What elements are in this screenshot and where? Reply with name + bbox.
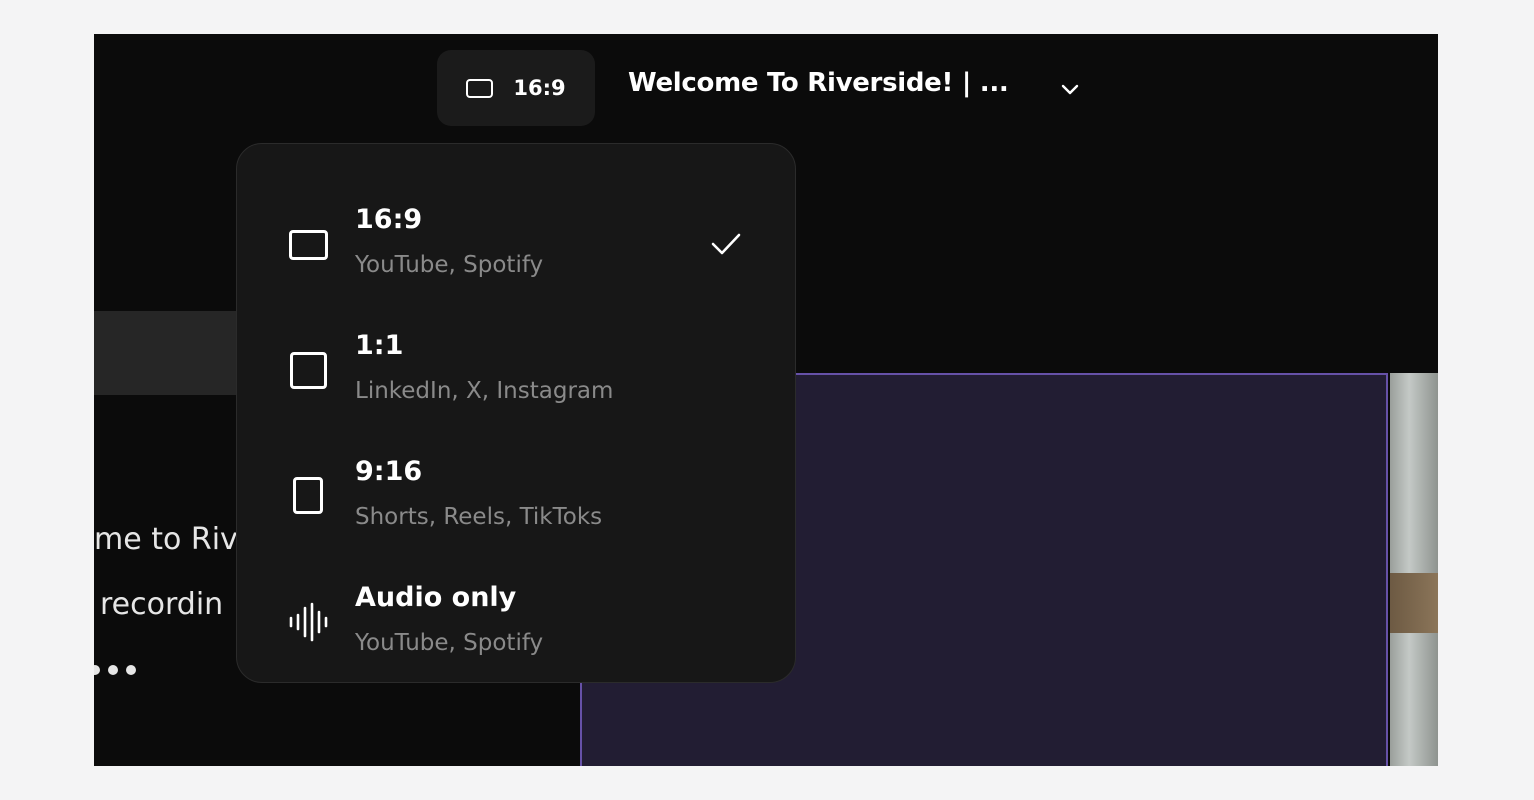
menu-item-label: Audio only xyxy=(355,582,517,613)
chevron-down-icon[interactable] xyxy=(1058,78,1082,102)
menu-item-label: 16:9 xyxy=(355,204,423,235)
aspect-ratio-menu: 16:9 YouTube, Spotify 1:1 LinkedIn, X, I… xyxy=(236,143,796,683)
aspect-ratio-button[interactable]: 16:9 xyxy=(437,50,595,126)
menu-item-subtitle: YouTube, Spotify xyxy=(355,252,544,278)
menu-item-9-16[interactable]: 9:16 Shorts, Reels, TikToks xyxy=(237,416,797,542)
landscape-rect-icon xyxy=(466,78,494,98)
aspect-ratio-button-label: 16:9 xyxy=(513,76,566,100)
portrait-rect-icon xyxy=(293,477,323,514)
menu-item-subtitle: YouTube, Spotify xyxy=(355,630,544,656)
check-icon xyxy=(711,233,741,255)
recording-title[interactable]: Welcome To Riverside! | ... xyxy=(628,68,1009,98)
menu-item-1-1[interactable]: 1:1 LinkedIn, X, Instagram xyxy=(237,290,797,416)
menu-item-subtitle: Shorts, Reels, TikToks xyxy=(355,504,603,530)
menu-item-audio-only[interactable]: Audio only YouTube, Spotify xyxy=(237,542,797,668)
landscape-rect-icon xyxy=(289,230,328,260)
loading-dots xyxy=(94,665,136,675)
square-icon xyxy=(290,352,327,389)
participant-video-thumbnail xyxy=(1390,373,1438,766)
menu-item-label: 9:16 xyxy=(355,456,423,487)
menu-item-label: 1:1 xyxy=(355,330,404,361)
background-welcome-text: me to Riv xyxy=(94,522,238,557)
background-recording-text: recordin xyxy=(100,587,224,622)
menu-item-16-9[interactable]: 16:9 YouTube, Spotify xyxy=(237,164,797,290)
menu-item-subtitle: LinkedIn, X, Instagram xyxy=(355,378,614,404)
audio-wave-icon xyxy=(289,602,328,642)
